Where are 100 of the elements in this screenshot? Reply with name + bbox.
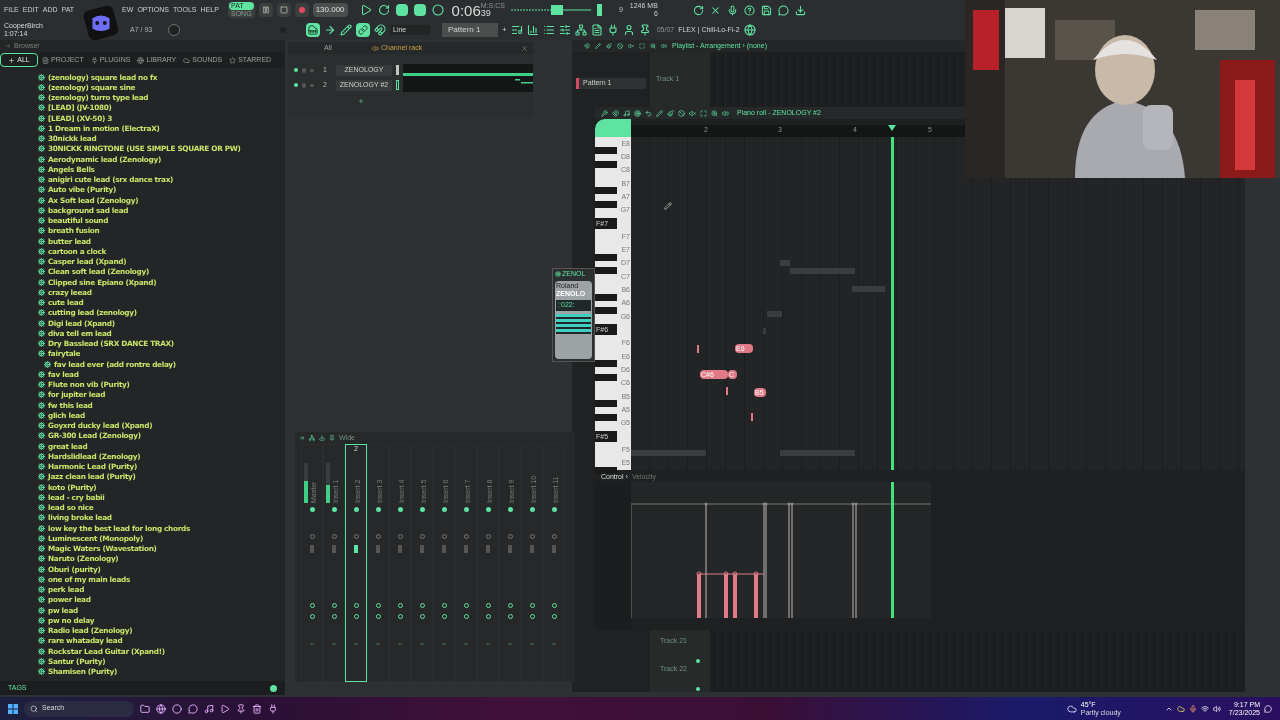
- caret-icon[interactable]: [507, 641, 513, 647]
- sharp-key[interactable]: [595, 160, 617, 168]
- sync-icon[interactable]: [270, 684, 277, 692]
- tool-icon[interactable]: [595, 43, 601, 49]
- tree-icon[interactable]: [574, 24, 587, 36]
- caret-icon[interactable]: [309, 641, 315, 647]
- sharp-key[interactable]: [595, 187, 617, 195]
- tool-icon[interactable]: [612, 109, 619, 117]
- record-button[interactable]: [294, 3, 309, 17]
- caret-icon[interactable]: [441, 641, 447, 647]
- send-led[interactable]: [507, 507, 513, 512]
- caret-icon[interactable]: [397, 641, 403, 647]
- send-led[interactable]: [551, 507, 557, 512]
- send-led[interactable]: [441, 507, 447, 512]
- toggle-icon[interactable]: [395, 4, 408, 16]
- app-icon[interactable]: [236, 703, 246, 714]
- tool-icon[interactable]: [661, 43, 667, 49]
- add-channel-icon[interactable]: [358, 98, 364, 104]
- notification-icon[interactable]: [1264, 704, 1272, 713]
- playlist-icon[interactable]: [510, 24, 523, 36]
- sharp-key[interactable]: [595, 466, 617, 474]
- globe-icon[interactable]: [743, 24, 756, 36]
- app-icon[interactable]: [188, 703, 198, 714]
- track-led[interactable]: [696, 686, 700, 691]
- tool-icon[interactable]: [309, 435, 315, 441]
- sharp-key[interactable]: [595, 324, 617, 336]
- circle-icon[interactable]: [431, 4, 444, 16]
- tool-icon[interactable]: [722, 109, 729, 117]
- caret-icon[interactable]: [551, 641, 557, 647]
- sharp-key[interactable]: [595, 307, 617, 315]
- tool-icon[interactable]: [656, 109, 663, 117]
- magnet-icon[interactable]: [374, 24, 386, 36]
- pin-icon[interactable]: [638, 24, 651, 36]
- tool-icon[interactable]: [606, 43, 612, 49]
- caret-icon[interactable]: [353, 641, 359, 647]
- send-led[interactable]: [419, 507, 425, 512]
- arrow-icon[interactable]: [324, 24, 336, 36]
- sharp-key[interactable]: [595, 373, 617, 381]
- send-led[interactable]: [309, 507, 315, 512]
- mute-led[interactable]: [294, 68, 298, 72]
- app-icon[interactable]: [140, 703, 150, 714]
- app-icon[interactable]: [204, 703, 214, 714]
- tool-icon[interactable]: [628, 43, 634, 49]
- help-icon[interactable]: [743, 4, 755, 16]
- volume-knob[interactable]: [168, 24, 180, 36]
- tool-icon[interactable]: [650, 43, 656, 49]
- sharp-key[interactable]: [595, 360, 617, 368]
- scroll-corner[interactable]: [595, 119, 631, 137]
- channel-selector[interactable]: [396, 80, 399, 90]
- app-icon[interactable]: [156, 703, 166, 714]
- tool-icon[interactable]: [634, 109, 641, 117]
- tool-icon[interactable]: [645, 109, 652, 117]
- start-icon[interactable]: [8, 703, 18, 714]
- tool-icon[interactable]: [584, 43, 590, 49]
- list-icon[interactable]: [542, 24, 555, 36]
- playhead-marker[interactable]: [888, 125, 896, 131]
- tool-icon[interactable]: [617, 43, 623, 49]
- loop-icon[interactable]: [377, 4, 390, 16]
- send-led[interactable]: [485, 507, 491, 512]
- volume-icon[interactable]: [1212, 704, 1221, 713]
- sliders-icon[interactable]: [558, 24, 571, 36]
- tool-icon[interactable]: [329, 435, 335, 441]
- tool-icon[interactable]: [623, 109, 630, 117]
- sharp-key[interactable]: [595, 413, 617, 421]
- sharp-key[interactable]: [595, 217, 617, 229]
- cross-icon[interactable]: [709, 4, 721, 16]
- app-icon[interactable]: [268, 703, 278, 714]
- chat-icon[interactable]: [777, 4, 789, 16]
- tempo-field[interactable]: 130.000: [312, 3, 348, 17]
- pause-button[interactable]: [258, 3, 273, 17]
- tool-icon[interactable]: [601, 109, 608, 117]
- app-icon[interactable]: [220, 703, 230, 714]
- stop-button[interactable]: [276, 3, 291, 17]
- caret-icon[interactable]: [485, 641, 491, 647]
- network-icon[interactable]: [1200, 704, 1209, 713]
- link-button[interactable]: [356, 23, 370, 37]
- person-icon[interactable]: [622, 24, 635, 36]
- save-icon[interactable]: [760, 4, 772, 16]
- send-led[interactable]: [331, 507, 337, 512]
- tool-icon[interactable]: [678, 109, 685, 117]
- sharp-key[interactable]: [595, 200, 617, 208]
- keyboard-button[interactable]: [306, 23, 320, 37]
- tool-icon[interactable]: [689, 109, 696, 117]
- send-led[interactable]: [397, 507, 403, 512]
- tool-icon[interactable]: [639, 43, 645, 49]
- chart-icon[interactable]: [526, 24, 539, 36]
- caret-icon[interactable]: [331, 641, 337, 647]
- weather-icon[interactable]: [1066, 703, 1077, 714]
- caret-icon[interactable]: [419, 641, 425, 647]
- app-icon[interactable]: [252, 703, 262, 714]
- download-icon[interactable]: [794, 4, 806, 16]
- sharp-key[interactable]: [595, 147, 617, 155]
- plug-icon[interactable]: [606, 24, 619, 36]
- sharp-key[interactable]: [595, 267, 617, 275]
- tool-icon[interactable]: [711, 109, 718, 117]
- app-icon[interactable]: [172, 703, 182, 714]
- microphone-icon[interactable]: [726, 4, 738, 16]
- send-led[interactable]: [529, 507, 535, 512]
- sharp-key[interactable]: [595, 293, 617, 301]
- pattern-selector[interactable]: Pattern 1: [442, 23, 498, 37]
